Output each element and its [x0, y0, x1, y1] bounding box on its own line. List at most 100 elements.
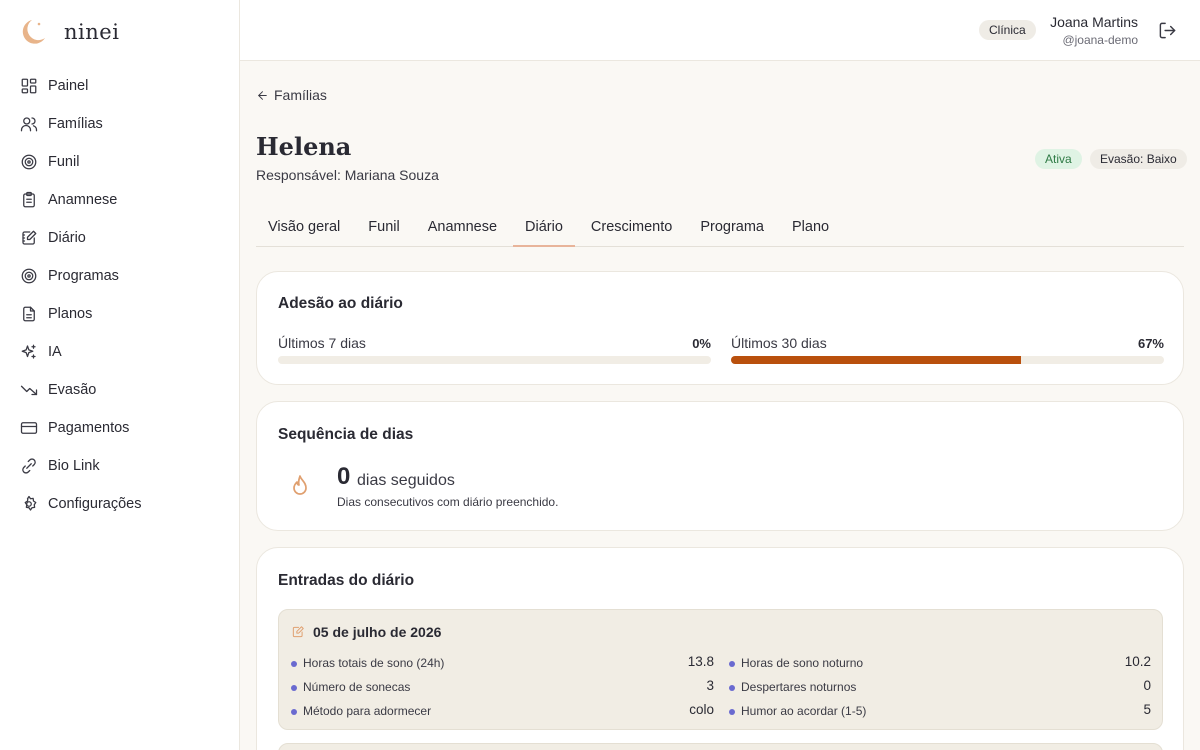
entries-title: Entradas do diário	[278, 572, 415, 589]
sidebar-item-evasao[interactable]: Evasão	[0, 371, 239, 409]
metric-value: colo	[689, 702, 714, 717]
entry-metric: Método para adormecer colo	[291, 702, 714, 720]
credit-card-icon	[20, 419, 38, 437]
tab-diario[interactable]: Diário	[513, 207, 575, 247]
sidebar-item-diario[interactable]: Diário	[0, 219, 239, 257]
week-percent: 0%	[692, 336, 711, 351]
bullet-dot	[729, 661, 735, 667]
streak-title: Sequência de dias	[278, 426, 414, 443]
tab-crescimento[interactable]: Crescimento	[579, 207, 684, 247]
sidebar-item-pagamentos[interactable]: Pagamentos	[0, 409, 239, 447]
sidebar-item-funil[interactable]: Funil	[0, 143, 239, 181]
page-title: Helena	[256, 132, 352, 161]
back-link[interactable]: Famílias	[256, 87, 327, 103]
journal-edit-icon	[291, 625, 305, 639]
metric-label: Horas de sono noturno	[741, 656, 864, 670]
sidebar-item-label: Planos	[48, 306, 93, 322]
adherence-card: Adesão ao diário Últimos 7 dias 0% Últim…	[256, 271, 1184, 385]
bullet-dot	[291, 709, 297, 715]
metric-label: Horas totais de sono (24h)	[303, 656, 445, 670]
sidebar-item-planos[interactable]: Planos	[0, 295, 239, 333]
sidebar-item-label: Programas	[48, 268, 119, 284]
month-progress-fill	[731, 356, 1022, 364]
sidebar-nav: Painel Famílias Funil Anamnese Diário Pr…	[0, 67, 239, 523]
sidebar-item-configuracoes[interactable]: Configurações	[0, 485, 239, 523]
streak-count: 0	[337, 463, 351, 490]
journal-entry-next[interactable]	[278, 743, 1163, 750]
logout-icon[interactable]	[1158, 21, 1177, 40]
trending-down-icon	[20, 381, 38, 399]
target-icon	[20, 153, 38, 171]
moon-logo-icon	[22, 20, 45, 44]
entry-date: 05 de julho de 2026	[313, 624, 442, 640]
month-percent: 67%	[1137, 336, 1164, 351]
dashboard-icon	[20, 77, 38, 95]
sidebar-item-label: Anamnese	[48, 192, 118, 208]
month-label: Últimos 30 dias	[731, 335, 827, 351]
sidebar-item-label: Configurações	[48, 496, 142, 512]
metric-value: 5	[1143, 702, 1151, 717]
tab-funil[interactable]: Funil	[356, 207, 411, 247]
tab-anamnese[interactable]: Anamnese	[416, 207, 509, 247]
arrow-left-icon	[258, 90, 267, 100]
sidebar-item-familias[interactable]: Famílias	[0, 105, 239, 143]
sidebar-item-label: IA	[48, 344, 62, 360]
bullet-dot	[291, 661, 297, 667]
status-badge: Ativa	[1035, 149, 1082, 169]
sidebar-item-label: Bio Link	[48, 458, 100, 474]
user-handle: @joana-demo	[1062, 33, 1138, 47]
sidebar-item-label: Evasão	[48, 382, 97, 398]
flame-icon	[289, 474, 313, 498]
page-subtitle: Responsável: Mariana Souza	[256, 167, 439, 183]
gear-icon	[20, 495, 38, 513]
metric-label: Despertares noturnos	[741, 680, 857, 694]
journal-edit-icon	[20, 229, 38, 247]
bullet-dot	[729, 709, 735, 715]
sidebar-item-anamnese[interactable]: Anamnese	[0, 181, 239, 219]
sidebar-item-programas[interactable]: Programas	[0, 257, 239, 295]
tab-bar: Visão geral Funil Anamnese Diário Cresci…	[256, 207, 1184, 247]
target-icon	[20, 267, 38, 285]
sidebar-item-label: Funil	[48, 154, 80, 170]
sidebar-item-label: Famílias	[48, 116, 103, 132]
metric-label: Método para adormecer	[303, 704, 432, 718]
document-icon	[20, 305, 38, 323]
streak-unit: dias seguidos	[357, 472, 455, 489]
adherence-title: Adesão ao diário	[278, 295, 403, 312]
brand-logo[interactable]: ninei	[18, 16, 119, 48]
entry-metric: Número de sonecas 3	[291, 678, 714, 696]
tab-programa[interactable]: Programa	[688, 207, 776, 247]
streak-card: Sequência de dias 0 dias seguidos Dias c…	[256, 401, 1184, 531]
metric-label: Humor ao acordar (1-5)	[741, 704, 867, 718]
month-progress-bar	[731, 356, 1164, 364]
entry-metric: Humor ao acordar (1-5) 5	[729, 702, 1151, 720]
metric-value: 13.8	[687, 654, 714, 669]
user-name: Joana Martins	[1050, 14, 1138, 30]
sidebar: ninei Painel Famílias Funil Anamnese Diá…	[0, 0, 240, 750]
brand-name: ninei	[64, 20, 120, 44]
entry-metric: Horas de sono noturno 10.2	[729, 654, 1151, 672]
sidebar-item-ia[interactable]: IA	[0, 333, 239, 371]
sidebar-item-label: Painel	[48, 78, 89, 94]
evasion-badge: Evasão: Baixo	[1090, 149, 1187, 169]
sidebar-item-painel[interactable]: Painel	[0, 67, 239, 105]
back-link-label: Famílias	[274, 87, 327, 103]
role-badge: Clínica	[979, 20, 1036, 40]
top-bar: Clínica Joana Martins @joana-demo	[240, 0, 1200, 61]
week-progress-bar	[278, 356, 711, 364]
sidebar-item-label: Pagamentos	[48, 420, 130, 436]
sidebar-item-bio-link[interactable]: Bio Link	[0, 447, 239, 485]
clipboard-icon	[20, 191, 38, 209]
sidebar-item-label: Diário	[48, 230, 86, 246]
tab-plano[interactable]: Plano	[780, 207, 841, 247]
journal-entry[interactable]: 05 de julho de 2026 Horas totais de sono…	[278, 609, 1163, 730]
bullet-dot	[729, 685, 735, 691]
week-label: Últimos 7 dias	[278, 335, 366, 351]
metric-label: Número de sonecas	[303, 680, 411, 694]
streak-description: Dias consecutivos com diário preenchido.	[337, 495, 559, 509]
metric-value: 0	[1143, 678, 1151, 693]
tab-visao-geral[interactable]: Visão geral	[256, 207, 352, 247]
entry-metric: Horas totais de sono (24h) 13.8	[291, 654, 714, 672]
entries-card: Entradas do diário 05 de julho de 2026 H…	[256, 547, 1184, 750]
link-icon	[20, 457, 38, 475]
